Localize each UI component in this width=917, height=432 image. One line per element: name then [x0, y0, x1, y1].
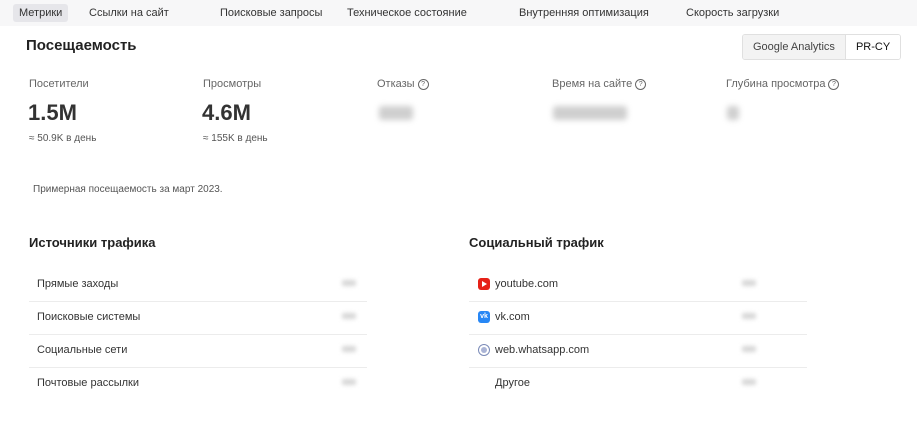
- question-icon[interactable]: ?: [635, 78, 647, 90]
- page-depth-value-blurred: [727, 106, 739, 120]
- top-navigation: Метрики Ссылки на сайт Поисковые запросы…: [0, 0, 917, 26]
- vk-icon: vk: [478, 311, 490, 323]
- tab-metrics[interactable]: Метрики: [13, 4, 69, 22]
- traffic-source-value-blurred: [342, 346, 356, 352]
- page-title: Посещаемость: [26, 37, 137, 54]
- tab-technical-state[interactable]: Техническое состояние: [347, 4, 467, 22]
- pageviews-value: 4.6M: [202, 100, 251, 125]
- list-item: Прямые заходы: [29, 268, 367, 302]
- time-on-site-label-text: Время на сайте: [552, 78, 633, 90]
- list-item: Другое: [469, 367, 807, 400]
- visitors-label: Посетители: [29, 78, 89, 90]
- pr-cy-option[interactable]: PR-CY: [844, 35, 901, 59]
- google-analytics-option[interactable]: Google Analytics: [743, 35, 845, 59]
- list-item: vk vk.com: [469, 301, 807, 335]
- youtube-icon: [478, 278, 490, 290]
- list-item: web.whatsapp.com: [469, 334, 807, 368]
- bounce-label: Отказы?: [377, 78, 429, 90]
- social-source-value-blurred: [742, 379, 756, 385]
- bounce-value-blurred: [379, 106, 413, 120]
- page-depth-label: Глубина просмотра?: [726, 78, 840, 90]
- social-source-label: vk.com: [495, 311, 530, 323]
- question-icon[interactable]: ?: [828, 78, 840, 90]
- tab-internal-optimization[interactable]: Внутренняя оптимизация: [519, 4, 649, 22]
- social-source-label: youtube.com: [495, 278, 558, 290]
- question-icon[interactable]: ?: [417, 78, 429, 90]
- social-source-value-blurred: [742, 280, 756, 286]
- visitors-per-day: ≈ 50.9K в день: [29, 133, 97, 144]
- tab-backlinks[interactable]: Ссылки на сайт: [89, 4, 169, 22]
- traffic-sources-title: Источники трафика: [29, 235, 156, 250]
- tab-search-queries[interactable]: Поисковые запросы: [220, 4, 322, 22]
- traffic-source-label: Почтовые рассылки: [37, 377, 139, 389]
- traffic-source-value-blurred: [342, 379, 356, 385]
- globe-icon: [478, 344, 490, 356]
- visitors-value: 1.5M: [28, 100, 77, 125]
- social-source-label: Другое: [495, 377, 530, 389]
- social-source-value-blurred: [742, 346, 756, 352]
- traffic-source-label: Прямые заходы: [37, 278, 119, 290]
- social-source-label: web.whatsapp.com: [495, 344, 590, 356]
- list-item: Поисковые системы: [29, 301, 367, 335]
- pageviews-label: Просмотры: [203, 78, 262, 90]
- list-item: youtube.com: [469, 268, 807, 302]
- traffic-source-value-blurred: [342, 280, 356, 286]
- tab-load-speed[interactable]: Скорость загрузки: [686, 4, 779, 22]
- period-note: Примерная посещаемость за март 2023.: [33, 184, 223, 195]
- traffic-source-value-blurred: [342, 313, 356, 319]
- social-traffic-title: Социальный трафик: [469, 235, 604, 250]
- bounce-label-text: Отказы: [377, 78, 415, 90]
- social-source-value-blurred: [742, 313, 756, 319]
- pageviews-per-day: ≈ 155K в день: [203, 133, 268, 144]
- time-on-site-label: Время на сайте?: [552, 78, 647, 90]
- source-switch: Google Analytics PR-CY: [742, 34, 902, 60]
- time-on-site-value-blurred: [553, 106, 627, 120]
- traffic-source-label: Поисковые системы: [37, 311, 141, 323]
- page-depth-label-text: Глубина просмотра: [726, 78, 826, 90]
- list-item: Социальные сети: [29, 334, 367, 368]
- traffic-source-label: Социальные сети: [37, 344, 128, 356]
- list-item: Почтовые рассылки: [29, 367, 367, 400]
